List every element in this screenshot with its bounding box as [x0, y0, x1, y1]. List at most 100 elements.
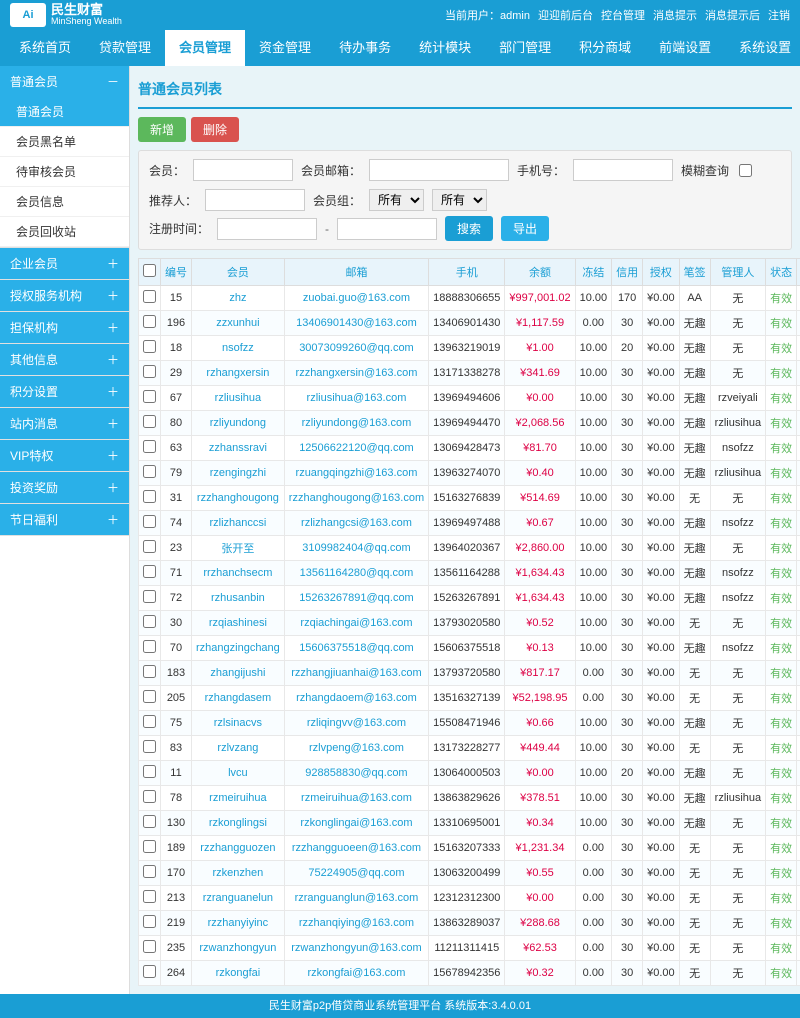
member-link[interactable]: zzhanssravi	[209, 442, 267, 454]
sidebar-section-vip-header[interactable]: VIP特权 ＋	[0, 440, 129, 471]
sidebar-section-other-header[interactable]: 其他信息 ＋	[0, 344, 129, 375]
row-checkbox[interactable]	[143, 765, 156, 778]
email-link[interactable]: 15263267891@qq.com	[299, 592, 414, 604]
row-checkbox[interactable]	[143, 940, 156, 953]
row-checkbox[interactable]	[143, 840, 156, 853]
member-input[interactable]	[193, 159, 293, 181]
row-checkbox[interactable]	[143, 915, 156, 928]
export-button[interactable]: 导出	[501, 216, 549, 241]
regtime-start[interactable]	[217, 218, 317, 240]
member-link[interactable]: rzhangxersin	[206, 367, 269, 379]
row-checkbox[interactable]	[143, 315, 156, 328]
row-checkbox[interactable]	[143, 665, 156, 678]
nav-member[interactable]: 会员管理	[165, 30, 245, 66]
email-link[interactable]: rzqiachingai@163.com	[300, 617, 412, 629]
row-checkbox[interactable]	[143, 465, 156, 478]
row-checkbox[interactable]	[143, 440, 156, 453]
row-checkbox[interactable]	[143, 965, 156, 978]
nav-task[interactable]: 待办事务	[325, 30, 405, 66]
email-link[interactable]: 15606375518@qq.com	[299, 642, 414, 654]
row-checkbox[interactable]	[143, 715, 156, 728]
member-link[interactable]: rzengingzhi	[210, 467, 266, 479]
nav-stat[interactable]: 统计模块	[405, 30, 485, 66]
regtime-end[interactable]	[337, 218, 437, 240]
email-link[interactable]: 75224905@qq.com	[308, 867, 404, 879]
group-select[interactable]: 所有	[369, 189, 424, 211]
phone-input[interactable]	[573, 159, 673, 181]
sidebar-item-normal-member[interactable]: 普通会员	[0, 97, 129, 127]
row-checkbox[interactable]	[143, 790, 156, 803]
sidebar-section-auth-header[interactable]: 授权服务机构 ＋	[0, 280, 129, 311]
row-checkbox[interactable]	[143, 615, 156, 628]
row-checkbox[interactable]	[143, 640, 156, 653]
row-checkbox[interactable]	[143, 890, 156, 903]
email-link[interactable]: rzmeiruihua@163.com	[301, 792, 412, 804]
member-link[interactable]: 张开至	[221, 543, 254, 555]
member-link[interactable]: rzkongfai	[216, 967, 261, 979]
row-checkbox[interactable]	[143, 540, 156, 553]
row-checkbox[interactable]	[143, 590, 156, 603]
email-link[interactable]: rzuangqingzhi@163.com	[296, 467, 418, 479]
member-link[interactable]: rzkonglingsi	[209, 817, 267, 829]
email-link[interactable]: rzlvpeng@163.com	[309, 742, 404, 754]
nav-loan[interactable]: 贷款管理	[85, 30, 165, 66]
member-link[interactable]: rzhusanbin	[211, 592, 265, 604]
nav-link-backend[interactable]: 迎迎前后台	[538, 7, 593, 23]
member-link[interactable]: rzhangdasem	[205, 692, 272, 704]
nav-frontend[interactable]: 前端设置	[645, 30, 725, 66]
email-link[interactable]: 13561164280@qq.com	[300, 567, 414, 579]
row-checkbox[interactable]	[143, 340, 156, 353]
member-link[interactable]: rrzhanchsecm	[203, 567, 272, 579]
email-link[interactable]: rzliusihua@163.com	[307, 392, 407, 404]
row-checkbox[interactable]	[143, 690, 156, 703]
email-link[interactable]: rzzhanghougong@163.com	[289, 492, 424, 504]
email-link[interactable]: rzzhangjiuanhai@163.com	[291, 667, 421, 679]
email-link[interactable]: 928858830@qq.com	[305, 767, 407, 779]
email-link[interactable]: rzhangdaoem@163.com	[296, 692, 417, 704]
sidebar-section-points-header[interactable]: 积分设置 ＋	[0, 376, 129, 407]
row-checkbox[interactable]	[143, 415, 156, 428]
add-button[interactable]: 新增	[138, 117, 186, 142]
row-checkbox[interactable]	[143, 815, 156, 828]
member-link[interactable]: rzzhangguozen	[200, 842, 275, 854]
email-link[interactable]: rzliyundong@163.com	[302, 417, 412, 429]
sidebar-item-recycle[interactable]: 会员回收站	[0, 217, 129, 247]
member-link[interactable]: rzqiashinesi	[209, 617, 267, 629]
nav-link-logout[interactable]: 注销	[768, 7, 790, 23]
member-link[interactable]: rzliyundong	[210, 417, 266, 429]
row-checkbox[interactable]	[143, 515, 156, 528]
email-link[interactable]: 13406901430@163.com	[296, 317, 417, 329]
email-link[interactable]: 3109982404@qq.com	[302, 542, 410, 554]
sidebar-item-blacklist[interactable]: 会员黑名单	[0, 127, 129, 157]
row-checkbox[interactable]	[143, 565, 156, 578]
delete-button[interactable]: 删除	[191, 117, 239, 142]
email-link[interactable]: rzzhangguoeen@163.com	[292, 842, 421, 854]
member-link[interactable]: nsofzz	[222, 342, 254, 354]
nav-fund[interactable]: 资金管理	[245, 30, 325, 66]
email-link[interactable]: rzkongfai@163.com	[307, 967, 405, 979]
member-link[interactable]: rzranguanelun	[203, 892, 273, 904]
member-link[interactable]: rzkenzhen	[213, 867, 264, 879]
row-checkbox[interactable]	[143, 390, 156, 403]
member-link[interactable]: zhangijushi	[210, 667, 265, 679]
sidebar-section-msg-header[interactable]: 站内消息 ＋	[0, 408, 129, 439]
member-link[interactable]: rzlvzang	[217, 742, 258, 754]
sidebar-section-normal-header[interactable]: 普通会员 －	[0, 66, 129, 97]
row-checkbox[interactable]	[143, 290, 156, 303]
row-checkbox[interactable]	[143, 365, 156, 378]
sidebar-item-info[interactable]: 会员信息	[0, 187, 129, 217]
member-link[interactable]: rzmeiruihua	[209, 792, 266, 804]
email-link[interactable]: 12506622120@qq.com	[299, 442, 414, 454]
email-link[interactable]: zuobai.guo@163.com	[303, 292, 410, 304]
email-link[interactable]: rzliqingvv@163.com	[307, 717, 406, 729]
member-link[interactable]: rzlizhanccsi	[209, 517, 266, 529]
member-link[interactable]: rzzhanyiyinc	[208, 917, 269, 929]
row-checkbox[interactable]	[143, 490, 156, 503]
sidebar-item-pending[interactable]: 待审核会员	[0, 157, 129, 187]
member-link[interactable]: rzwanzhongyun	[199, 942, 276, 954]
email-link[interactable]: 30073099260@qq.com	[299, 342, 414, 354]
nav-system[interactable]: 系统设置	[725, 30, 800, 66]
member-link[interactable]: lvcu	[228, 767, 248, 779]
member-link[interactable]: zhz	[229, 292, 246, 304]
email-link[interactable]: rzkonglingai@163.com	[300, 817, 412, 829]
